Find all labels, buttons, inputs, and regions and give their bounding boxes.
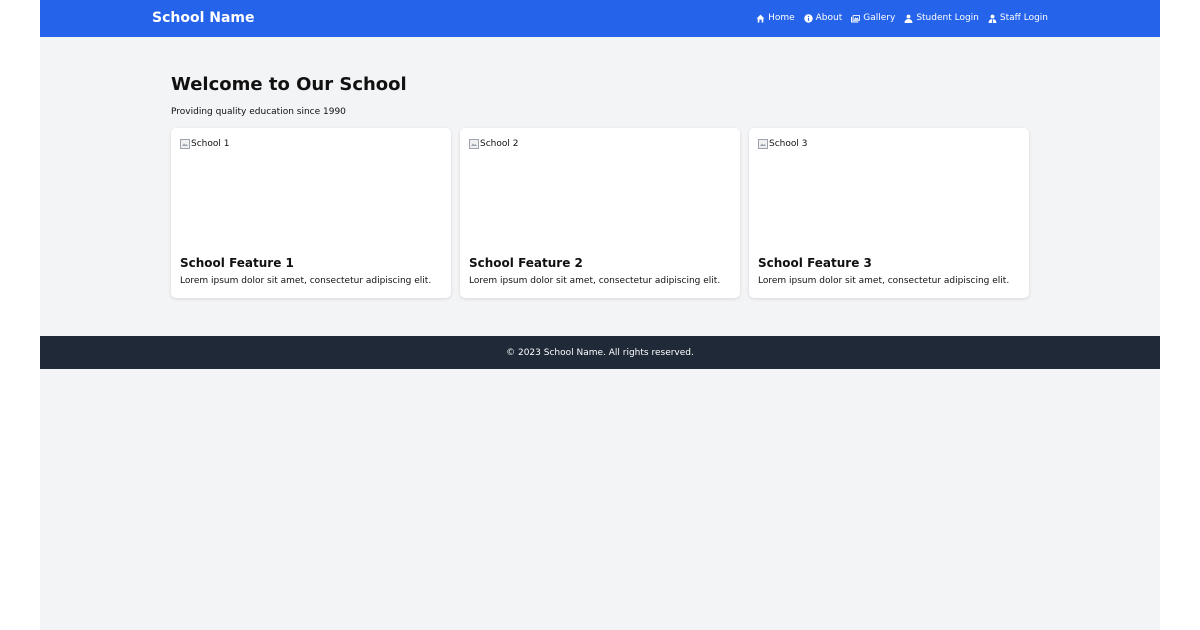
main-nav: Home About Gallery Student Login Staff L… (756, 12, 1048, 24)
feature-card-1: School 1 School Feature 1 Lorem ipsum do… (171, 128, 451, 298)
user-tie-icon (988, 14, 997, 23)
home-icon (756, 14, 765, 22)
card-image-alt-text: School 3 (769, 139, 808, 149)
nav-gallery-link[interactable]: Gallery (851, 12, 895, 24)
card-image: School 3 (758, 138, 1020, 244)
card-text: Lorem ipsum dolor sit amet, consectetur … (758, 276, 1010, 286)
nav-home-label: Home (768, 13, 795, 23)
nav-staff-login-link[interactable]: Staff Login (988, 12, 1048, 24)
page-title: Welcome to Our School (171, 74, 407, 95)
card-text: Lorem ipsum dolor sit amet, consectetur … (180, 276, 432, 286)
broken-image-icon (469, 139, 479, 149)
card-image: School 1 (180, 138, 442, 244)
images-icon (851, 14, 861, 22)
nav-about-link[interactable]: About (803, 12, 843, 24)
copyright-text: © 2023 School Name. All rights reserved. (506, 347, 694, 358)
info-icon (803, 13, 813, 23)
card-image-alt-text: School 2 (480, 139, 519, 149)
nav-student-login-label: Student Login (916, 13, 979, 23)
card-image: School 2 (469, 138, 731, 244)
navbar: School Name Home About Gallery Student L… (40, 0, 1160, 37)
footer: © 2023 School Name. All rights reserved. (40, 336, 1160, 369)
feature-card-3: School 3 School Feature 3 Lorem ipsum do… (749, 128, 1029, 298)
page: School Name Home About Gallery Student L… (40, 0, 1160, 630)
card-title: School Feature 3 (758, 256, 872, 270)
nav-student-login-link[interactable]: Student Login (904, 12, 979, 24)
broken-image-icon (180, 139, 190, 149)
card-title: School Feature 1 (180, 256, 294, 270)
user-icon (904, 14, 913, 23)
feature-cards: School 1 School Feature 1 Lorem ipsum do… (171, 128, 1029, 298)
feature-card-2: School 2 School Feature 2 Lorem ipsum do… (460, 128, 740, 298)
nav-staff-login-label: Staff Login (999, 13, 1048, 23)
card-title: School Feature 2 (469, 256, 583, 270)
card-text: Lorem ipsum dolor sit amet, consectetur … (469, 276, 721, 286)
card-image-alt-text: School 1 (191, 139, 230, 149)
page-subtitle: Providing quality education since 1990 (171, 107, 346, 117)
nav-gallery-label: Gallery (863, 13, 896, 23)
broken-image-icon (758, 139, 768, 149)
brand-logo-text[interactable]: School Name (152, 9, 255, 27)
nav-about-label: About (815, 13, 843, 23)
nav-home-link[interactable]: Home (756, 12, 795, 24)
